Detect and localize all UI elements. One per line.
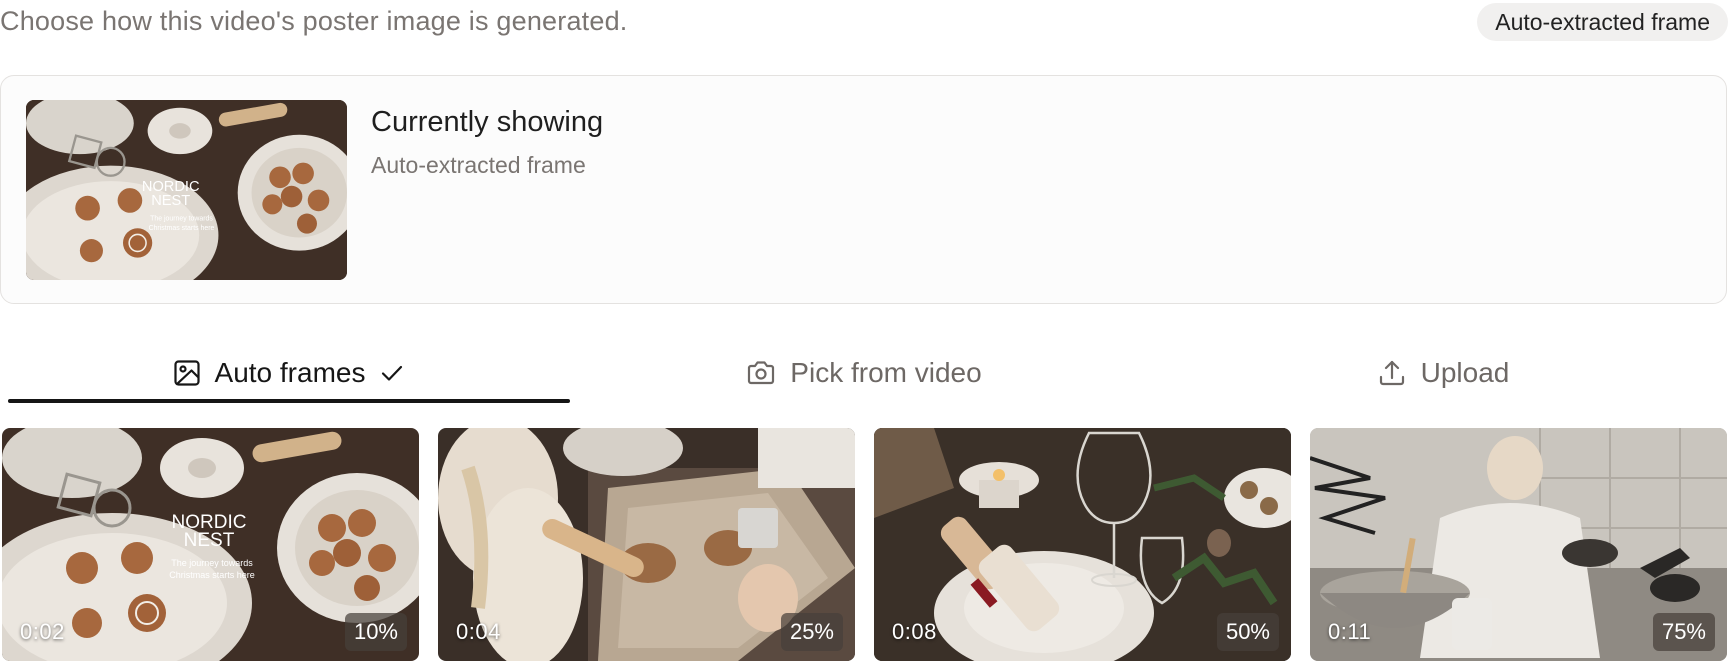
frame-thumbnail-75[interactable]: 0:11 75%: [1310, 428, 1727, 661]
active-tab-indicator: [8, 399, 570, 403]
poster-source-tabs: Auto frames Pick from video Upload: [0, 340, 1728, 406]
svg-text:Christmas starts here: Christmas starts here: [149, 225, 215, 232]
frame-percent-badge: 75%: [1652, 613, 1715, 651]
tab-auto-frames-label: Auto frames: [214, 357, 366, 388]
frame-thumbnail-50[interactable]: 0:08 50%: [874, 428, 1291, 661]
frame-timestamp: 0:08: [892, 619, 937, 644]
frame-timestamp: 0:04: [456, 619, 501, 644]
frame-percent-badge: 25%: [780, 613, 843, 651]
tab-auto-frames[interactable]: Auto frames: [8, 340, 570, 406]
check-icon: [379, 360, 405, 386]
auto-frames-grid: NORDIC NEST The journey towards Christma…: [0, 428, 1728, 662]
svg-text:The journey towards: The journey towards: [150, 216, 213, 223]
poster-header: Choose how this video's poster image is …: [0, 0, 1728, 44]
frame-timestamp: 0:02: [20, 619, 65, 644]
current-poster-card: NORDIC NEST The journey towards Christma…: [0, 75, 1727, 304]
frame-thumbnail-10[interactable]: NORDIC NEST The journey towards Christma…: [2, 428, 419, 661]
frame-percent-badge: 10%: [344, 613, 407, 651]
current-poster-thumbnail: NORDIC NEST The journey towards Christma…: [26, 100, 347, 280]
poster-description: Choose how this video's poster image is …: [0, 6, 628, 36]
frame-timestamp: 0:11: [1328, 619, 1372, 644]
frame-thumbnail-25[interactable]: 0:04 25%: [438, 428, 855, 661]
upload-icon: [1377, 358, 1407, 388]
camera-icon: [746, 359, 776, 387]
frame-percent-badge: 50%: [1216, 613, 1279, 651]
svg-text:NEST: NEST: [184, 530, 235, 551]
tab-upload-label: Upload: [1420, 357, 1510, 388]
tab-pick-from-video[interactable]: Pick from video: [570, 340, 1158, 406]
current-poster-title: Currently showing: [371, 106, 604, 138]
current-poster-subtitle: Auto-extracted frame: [371, 152, 586, 178]
tab-pick-from-video-label: Pick from video: [790, 357, 982, 388]
poster-mode-badge: Auto-extracted frame: [1477, 3, 1728, 41]
svg-text:NEST: NEST: [151, 193, 190, 209]
svg-text:The journey towards: The journey towards: [171, 558, 253, 568]
svg-text:Christmas starts here: Christmas starts here: [169, 570, 255, 580]
tab-upload[interactable]: Upload: [1158, 340, 1728, 406]
image-icon: [173, 359, 201, 387]
cookies-scene-image: NORDIC NEST The journey towards Christma…: [26, 100, 347, 280]
